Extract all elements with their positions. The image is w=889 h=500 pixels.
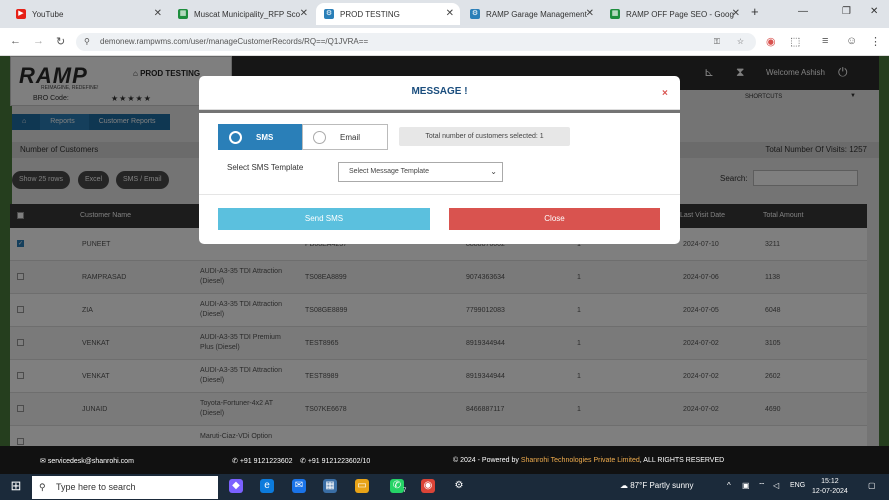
bookmark-star-icon[interactable]: ☆ — [737, 33, 744, 51]
close-button[interactable]: Close — [449, 208, 660, 230]
sheets-icon: ▦ — [610, 9, 620, 19]
template-select[interactable]: Select Message Template ⌄ — [338, 162, 503, 182]
tab-title: PROD TESTING — [340, 9, 400, 19]
close-window-icon[interactable]: ✕ — [870, 6, 878, 17]
site-info-icon[interactable]: ⚲ — [84, 33, 90, 51]
tray-chevron-icon[interactable]: ^ — [727, 481, 731, 490]
browser-tab-bar: ▶ YouTube ✕ ▦ Muscat Municipality_RFP Sc… — [0, 0, 889, 28]
extensions-puzzle-icon[interactable]: ⬚ — [790, 35, 800, 48]
url-input[interactable]: ⚲ demonew.rampwms.com/user/manageCustome… — [76, 33, 756, 51]
new-tab-button[interactable]: + — [751, 4, 759, 19]
restore-icon[interactable]: ❐ — [842, 6, 851, 17]
send-sms-button[interactable]: Send SMS — [218, 208, 430, 230]
extension-icon[interactable]: ◉ — [766, 35, 776, 48]
whatsapp-badge: 7 — [403, 488, 407, 494]
message-modal-body: SMS Email Total number of customers sele… — [199, 113, 680, 244]
volume-icon[interactable]: ◁ — [773, 481, 779, 490]
address-bar-row: ← → ↻ ⚲ demonew.rampwms.com/user/manageC… — [0, 28, 889, 56]
modal-title: MESSAGE ! — [411, 86, 468, 97]
chevron-down-icon: ⌄ — [490, 167, 497, 176]
close-tab-icon[interactable]: ✕ — [446, 8, 454, 19]
page-footer: ✉ servicedesk@shanrohi.com ✆ +91 9121223… — [0, 446, 889, 474]
footer-copyright: © 2024 - Powered by Shanrohi Technologie… — [453, 457, 725, 464]
reload-icon[interactable]: ↻ — [56, 35, 65, 48]
taskbar-search-input[interactable]: ⚲ Type here to search — [32, 476, 218, 499]
email-radio[interactable] — [313, 131, 326, 144]
footer-phone-2: ✆ +91 9121223602/10 — [300, 458, 371, 465]
search-icon: ⚲ — [39, 482, 46, 492]
notification-icon[interactable]: ▢ — [868, 481, 876, 490]
close-tab-icon[interactable]: ✕ — [586, 8, 594, 19]
whatsapp-icon[interactable]: ✆ — [390, 479, 404, 493]
template-select-value: Select Message Template — [349, 168, 430, 175]
footer-phone: ✆ +91 9121223602 — [232, 458, 293, 465]
language-indicator[interactable]: ENG — [790, 482, 805, 489]
tab-ramp-seo[interactable]: ▦ RAMP OFF Page SEO - Goog ✕ — [602, 3, 746, 25]
email-option-label: Email — [340, 133, 361, 142]
mail-icon[interactable]: ✉ — [292, 479, 306, 493]
menu-dots-icon[interactable]: ⋮ — [870, 35, 881, 48]
chrome-icon[interactable]: ◉ — [421, 479, 435, 493]
tab-title: Muscat Municipality_RFP Sco — [194, 9, 301, 19]
message-modal-header: MESSAGE ! × — [199, 76, 680, 110]
tab-title: RAMP Garage Management — [486, 9, 587, 19]
tab-ramp-garage[interactable]: ⚙ RAMP Garage Management ✕ — [462, 3, 600, 25]
tab-title: RAMP OFF Page SEO - Goog — [626, 9, 734, 19]
sms-radio[interactable] — [229, 131, 242, 144]
chrome-settings-icon: ⚙ — [470, 9, 480, 19]
file-explorer-icon[interactable]: ▭ — [355, 479, 369, 493]
footer-email[interactable]: ✉ servicedesk@shanrohi.com — [40, 457, 134, 465]
youtube-icon: ▶ — [16, 9, 26, 19]
close-tab-icon[interactable]: ✕ — [300, 8, 308, 19]
chrome-settings-icon: ⚙ — [324, 9, 334, 19]
forward-icon[interactable]: → — [33, 35, 44, 47]
minimize-icon[interactable]: — — [798, 6, 808, 17]
email-option[interactable]: Email — [302, 124, 388, 150]
weather-widget[interactable]: ☁ 87°F Partly sunny — [620, 481, 693, 490]
password-key-icon[interactable]: ⚿ — [714, 33, 720, 51]
tab-youtube[interactable]: ▶ YouTube ✕ — [8, 3, 168, 25]
sms-option[interactable]: SMS — [218, 124, 302, 150]
reading-list-icon[interactable]: ≡ — [822, 35, 828, 47]
close-tab-icon[interactable]: ✕ — [732, 8, 740, 19]
clock-time: 15:12 — [821, 478, 839, 485]
template-label: Select SMS Template — [227, 163, 304, 172]
calendar-icon[interactable]: ▦ — [323, 479, 337, 493]
url-text: demonew.rampwms.com/user/manageCustomerR… — [100, 37, 369, 46]
edge-icon[interactable]: e — [260, 479, 274, 493]
tray-app-icon[interactable]: ▣ — [742, 481, 750, 490]
windows-taskbar: ⊞ ⚲ Type here to search ◆ e ✉ ▦ ▭ ✆ 7 ◉ … — [0, 474, 889, 500]
back-icon[interactable]: ← — [10, 35, 21, 47]
modal-close-icon[interactable]: × — [662, 88, 668, 99]
total-selected-badge: Total number of customers selected: 1 — [399, 127, 570, 146]
tab-title: YouTube — [32, 9, 64, 19]
settings-icon[interactable]: ⚙ — [452, 479, 466, 493]
copilot-icon[interactable]: ◆ — [229, 479, 243, 493]
tab-muscat[interactable]: ▦ Muscat Municipality_RFP Sco ✕ — [170, 3, 314, 25]
sms-option-label: SMS — [256, 133, 274, 142]
profile-icon[interactable]: ☺ — [846, 35, 857, 47]
windows-start-icon[interactable]: ⊞ — [9, 479, 23, 493]
modal-divider — [199, 194, 680, 195]
sheets-icon: ▦ — [178, 9, 188, 19]
taskbar-clock[interactable]: 15:12 12-07-2024 — [812, 477, 848, 497]
tab-prod-testing[interactable]: ⚙ PROD TESTING ✕ — [316, 3, 460, 25]
clock-date: 12-07-2024 — [812, 488, 848, 495]
network-icon[interactable]: ⌔ — [758, 481, 766, 491]
close-tab-icon[interactable]: ✕ — [154, 8, 162, 19]
